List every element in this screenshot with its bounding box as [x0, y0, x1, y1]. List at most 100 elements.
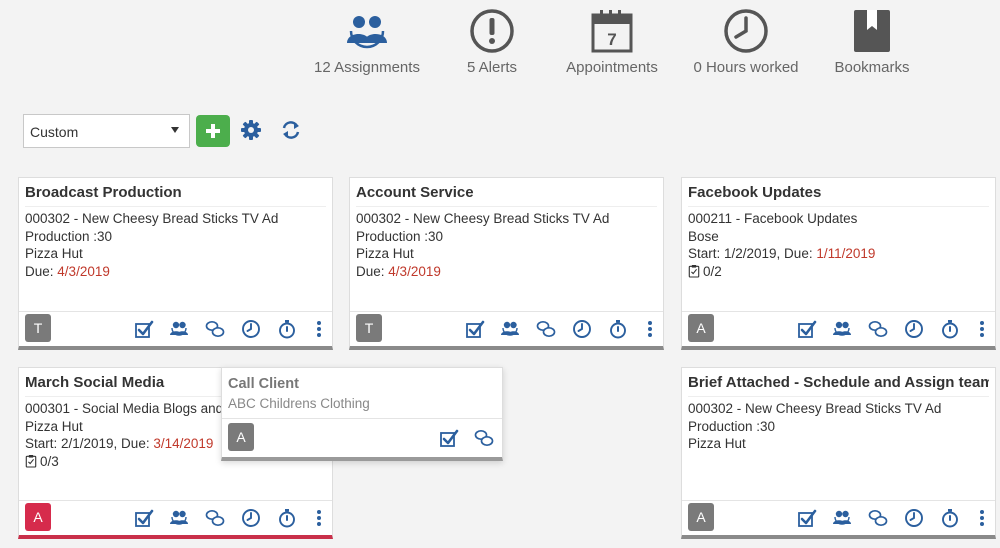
stopwatch-icon[interactable] — [277, 508, 297, 528]
bookmarks-label: Bookmarks — [834, 59, 910, 76]
chat-icon[interactable] — [205, 319, 225, 339]
check-icon[interactable] — [797, 319, 817, 339]
check-icon[interactable] — [134, 508, 154, 528]
avatar[interactable]: A — [228, 423, 254, 451]
clock-icon[interactable] — [904, 319, 924, 339]
card-title: Broadcast Production — [25, 184, 326, 207]
checklist-line: 0/2 — [688, 263, 989, 281]
add-button[interactable] — [196, 115, 230, 147]
view-select-value: Custom — [30, 124, 79, 140]
more-icon[interactable] — [972, 508, 992, 528]
clipboard-icon — [688, 264, 700, 278]
card-actions: A — [222, 418, 502, 457]
client-line: Pizza Hut — [25, 246, 83, 261]
avatar[interactable]: T — [356, 314, 382, 342]
more-icon[interactable] — [309, 319, 329, 339]
card-brief-attached[interactable]: Brief Attached - Schedule and Assign tea… — [681, 367, 996, 539]
people-icon[interactable] — [500, 319, 520, 339]
more-icon[interactable] — [640, 319, 660, 339]
avatar[interactable]: A — [25, 503, 51, 531]
chat-icon[interactable] — [868, 508, 888, 528]
card-account-service[interactable]: Account Service 000302 - New Cheesy Brea… — [349, 177, 664, 350]
due-date: 3/14/2019 — [153, 436, 214, 451]
people-icon[interactable] — [832, 508, 852, 528]
client-line: Pizza Hut — [688, 436, 746, 451]
checklist-count: 0/2 — [703, 263, 722, 279]
chat-icon[interactable] — [868, 319, 888, 339]
people-icon — [347, 16, 387, 49]
bookmarks-nav[interactable]: Bookmarks — [802, 6, 942, 76]
due-date: 1/11/2019 — [816, 246, 876, 261]
check-icon[interactable] — [439, 428, 459, 448]
view-select[interactable]: Custom — [23, 114, 190, 148]
task-line: Production :30 — [25, 228, 113, 244]
job-line: 000211 - Facebook Updates — [688, 211, 858, 226]
assignments-label: 12 Assignments — [314, 59, 420, 76]
job-line: 000302 - New Cheesy Bread Sticks TV Ad — [356, 211, 610, 226]
card-actions: T — [350, 311, 663, 346]
alert-icon — [470, 9, 514, 53]
chat-icon[interactable] — [536, 319, 556, 339]
client-line: ABC Childrens Clothing — [228, 396, 370, 411]
people-icon[interactable] — [169, 319, 189, 339]
more-icon[interactable] — [309, 508, 329, 528]
clock-icon[interactable] — [904, 508, 924, 528]
chat-icon[interactable] — [205, 508, 225, 528]
start-label: Start: 2/1/2019, Due: — [25, 436, 150, 451]
avatar[interactable]: T — [25, 314, 51, 342]
client-line: Pizza Hut — [356, 246, 414, 261]
clock-icon[interactable] — [572, 319, 592, 339]
job-line: 000302 - New Cheesy Bread Sticks TV Ad — [688, 401, 942, 416]
card-title: Facebook Updates — [688, 184, 989, 207]
card-body: 000302 - New Cheesy Bread Sticks TV Ad P… — [356, 210, 657, 280]
card-title: Brief Attached - Schedule and Assign tea… — [688, 374, 989, 397]
check-icon[interactable] — [797, 508, 817, 528]
top-navigation: 12 Assignments 5 Alerts 7 Appointments 0… — [0, 0, 1000, 90]
dragged-card-call-client[interactable]: Call Client ABC Childrens Clothing A — [221, 367, 503, 461]
task-line: Production :30 — [356, 228, 444, 244]
due-date: 4/3/2019 — [388, 263, 441, 279]
check-icon[interactable] — [465, 319, 485, 339]
due-label: Due: — [356, 263, 385, 279]
appointments-nav[interactable]: 7 Appointments — [542, 6, 682, 76]
appointments-label: Appointments — [566, 59, 658, 76]
stopwatch-icon[interactable] — [277, 319, 297, 339]
more-icon[interactable] — [972, 319, 992, 339]
gear-icon[interactable] — [240, 119, 262, 141]
calendar-day-number: 7 — [607, 30, 616, 49]
alerts-nav[interactable]: 5 Alerts — [422, 6, 562, 76]
clipboard-icon — [25, 454, 37, 468]
card-actions: A — [682, 500, 995, 535]
assignments-nav[interactable]: 12 Assignments — [297, 6, 437, 76]
card-actions: T — [19, 311, 332, 346]
people-icon[interactable] — [169, 508, 189, 528]
check-icon[interactable] — [134, 319, 154, 339]
stopwatch-icon[interactable] — [940, 319, 960, 339]
card-title: Call Client — [228, 376, 299, 392]
clock-icon — [724, 9, 768, 53]
hours-worked-nav[interactable]: 0 Hours worked — [676, 6, 816, 76]
clock-icon[interactable] — [241, 319, 261, 339]
avatar[interactable]: A — [688, 314, 714, 342]
card-body: 000211 - Facebook Updates Bose Start: 1/… — [688, 210, 989, 280]
card-actions: A — [682, 311, 995, 346]
alerts-label: 5 Alerts — [466, 59, 518, 76]
due-line: Due: 4/3/2019 — [356, 263, 657, 281]
chat-icon[interactable] — [474, 428, 494, 448]
client-line: Bose — [688, 228, 719, 244]
hours-worked-label: 0 Hours worked — [693, 59, 799, 76]
start-label: Start: 1/2/2019, Due: — [688, 246, 813, 261]
people-icon[interactable] — [832, 319, 852, 339]
card-facebook-updates[interactable]: Facebook Updates 000211 - Facebook Updat… — [681, 177, 996, 350]
card-broadcast-production[interactable]: Broadcast Production 000302 - New Cheesy… — [18, 177, 333, 350]
dates-line: Start: 1/2/2019, Due: 1/11/2019 — [688, 245, 989, 263]
due-line: Due: 4/3/2019 — [25, 263, 326, 281]
stopwatch-icon[interactable] — [608, 319, 628, 339]
due-label: Due: — [25, 263, 54, 279]
chevron-down-icon — [171, 127, 179, 133]
avatar[interactable]: A — [688, 503, 714, 531]
refresh-icon[interactable] — [280, 119, 302, 141]
clock-icon[interactable] — [241, 508, 261, 528]
due-date: 4/3/2019 — [57, 263, 110, 279]
stopwatch-icon[interactable] — [940, 508, 960, 528]
